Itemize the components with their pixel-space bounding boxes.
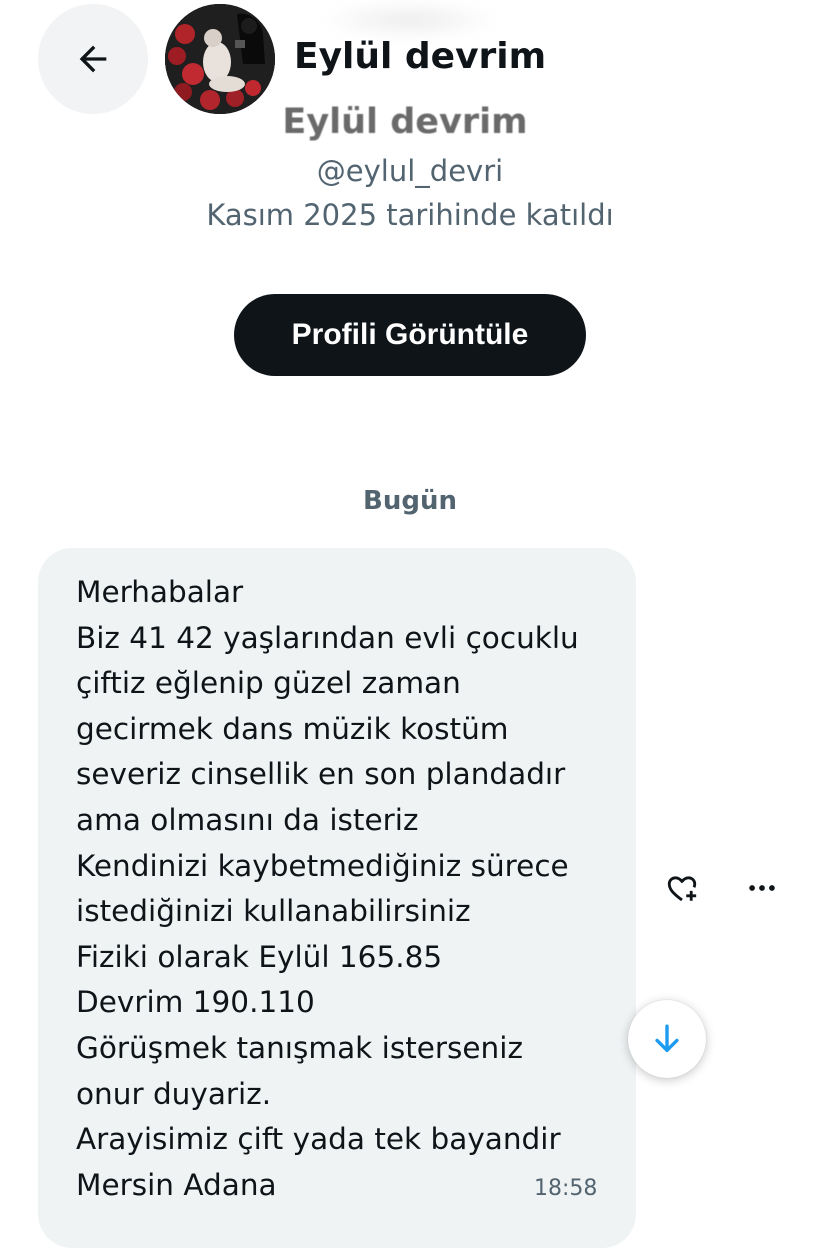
heart-plus-icon (667, 876, 697, 902)
message-line: çiftiz eğlenip güzel zaman (76, 666, 461, 701)
message-line: onur duyariz. (76, 1076, 272, 1111)
message-line: severiz cinsellik en son plandadır (76, 757, 566, 792)
profile-name: Eylül devrim (282, 102, 528, 142)
message-line: Görüşmek tanışmak isterseniz (76, 1030, 523, 1065)
header-blur (320, 0, 500, 40)
more-options-button[interactable] (740, 866, 784, 910)
avatar-image (165, 4, 275, 114)
more-horizontal-icon (749, 885, 775, 891)
arrow-left-icon (79, 45, 107, 73)
back-button[interactable] (38, 4, 148, 114)
message-line: Biz 41 42 yaşlarından evli çocuklu (76, 620, 579, 655)
date-separator: Bugün (363, 486, 457, 516)
message-line: ama olmasını da isteriz (76, 802, 419, 837)
message-line: istediğinizi kullanabilirsiniz (76, 894, 471, 929)
header-name[interactable]: Eylül devrim (294, 36, 546, 77)
message-line: Mersin Adana (76, 1167, 277, 1202)
arrow-down-icon (655, 1024, 679, 1053)
profile-handle: @eylul_devri (316, 154, 504, 188)
react-button[interactable] (660, 866, 704, 910)
message-line: Arayisimiz çift yada tek bayandir (76, 1122, 561, 1157)
message-line: Fiziki olarak Eylül 165.85 (76, 939, 443, 974)
message-line: Merhabalar (76, 575, 244, 609)
message-timestamp: 18:58 (534, 1176, 598, 1201)
message-bubble[interactable]: Merhabalar Biz 41 42 yaşlarından evli ço… (38, 548, 636, 1248)
view-profile-button[interactable]: Profili Görüntüle (234, 294, 586, 376)
scroll-to-bottom-button[interactable] (628, 1000, 706, 1078)
message-line: Devrim 190.110 (76, 985, 315, 1020)
message-line: Kendinizi kaybetmediğiniz sürece (76, 848, 569, 883)
profile-joined-date: Kasım 2025 tarihinde katıldı (206, 198, 614, 232)
message-line: gecirmek dans müzik kostüm (76, 711, 509, 746)
avatar[interactable] (165, 4, 275, 114)
